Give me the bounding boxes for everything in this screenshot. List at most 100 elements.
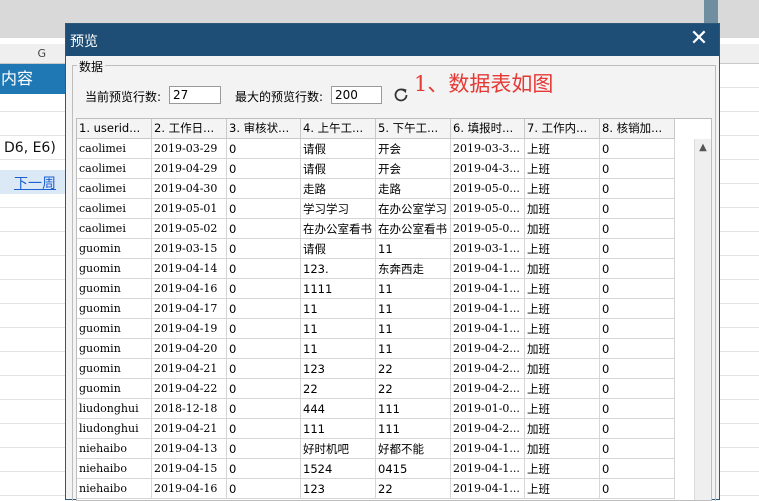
background-selected-cell[interactable]: 内容 [0,64,67,94]
table-cell: niehaibo [77,439,152,459]
table-cell: 0 [227,239,301,259]
column-header-7[interactable]: 7. 工作内... [525,119,600,138]
table-cell: 111 [301,419,376,439]
table-cell: 0 [227,259,301,279]
table-cell: 东奔西走 [376,259,451,279]
table-cell: 0 [600,359,675,379]
table-cell: 走路 [301,179,376,199]
table-cell: 0 [227,199,301,219]
table-cell: liudonghui [77,399,152,419]
table-cell: 上班 [525,399,600,419]
table-cell: 0 [600,419,675,439]
table-row[interactable]: guomin 2019-04-20 0 11 11 2019-04-2... 加班 0 [77,339,675,359]
table-cell: 0 [600,439,675,459]
column-header-2[interactable]: 2. 工作日... [152,119,227,138]
column-header-4[interactable]: 4. 上午工... [301,119,376,138]
table-row[interactable]: caolimei 2019-05-01 0 学习学习 在办公室学习 2019-05-0..… [77,199,675,219]
table-row[interactable]: caolimei 2019-05-02 0 在办公室看书 在办公室看书 2019-05-0… [77,219,675,239]
table-row[interactable]: liudonghui 2019-04-21 0 111 111 2019-04-2... 加… [77,419,675,439]
table-cell: 2019-04-1... [451,279,525,299]
table-cell: 上班 [525,279,600,299]
table-row[interactable]: niehaibo 2019-04-13 0 好时机吧 好都不能 2019-04-1... 加… [77,439,675,459]
column-header-8[interactable]: 8. 核销加... [600,119,675,138]
table-cell: 在办公室看书 [376,219,451,239]
table-cell: 2019-04-29 [152,159,227,179]
table-cell: 0 [600,319,675,339]
table-cell: 2019-04-1... [451,259,525,279]
table-cell: 1524 [301,459,376,479]
table-cell: 0 [227,419,301,439]
table-cell: 444 [301,399,376,419]
table-cell: 上班 [525,239,600,259]
table-cell: 上班 [525,139,600,159]
table-cell: 2019-04-2... [451,379,525,399]
max-rows-input[interactable] [331,86,382,104]
table-cell: niehaibo [77,459,152,479]
column-header-g[interactable]: G [0,44,66,63]
table-row[interactable]: caolimei 2019-04-29 0 请假 开会 2019-04-3... 上班 0 [77,159,675,179]
table-row[interactable]: guomin 2019-04-19 0 11 11 2019-04-1... 上班 0 [77,319,675,339]
table-cell: 上班 [525,159,600,179]
background-next-week-cell[interactable]: 下一周 [0,170,66,194]
table-cell: 2019-05-0... [451,219,525,239]
table-row[interactable]: guomin 2019-04-21 0 123 22 2019-04-2... 加班 0 [77,359,675,379]
table-cell: 2019-04-2... [451,359,525,379]
table-cell: 在办公室看书 [301,219,376,239]
table-row[interactable]: liudonghui 2018-12-18 0 444 111 2019-01-0... 上… [77,399,675,419]
table-cell: 0 [600,479,675,499]
close-icon[interactable]: ✕ [687,28,711,52]
table-row[interactable]: niehaibo 2019-04-16 0 123 22 2019-04-1... 上班 0 [77,479,675,499]
table-row[interactable]: niehaibo 2019-04-15 0 1524 0415 2019-04-1... 上… [77,459,675,479]
table-cell: 0 [227,379,301,399]
table-row[interactable]: guomin 2019-04-16 0 1111 11 2019-04-1... 上班 0 [77,279,675,299]
vertical-scrollbar[interactable]: ▲ [694,139,711,500]
table-cell: 123 [301,479,376,499]
table-cell: guomin [77,299,152,319]
table-cell: 2019-05-0... [451,179,525,199]
table-cell: 好都不能 [376,439,451,459]
table-cell: 11 [301,339,376,359]
table-cell: 请假 [301,239,376,259]
table-cell: 好时机吧 [301,439,376,459]
table-cell: 11 [376,299,451,319]
column-header-3[interactable]: 3. 审核状... [227,119,301,138]
table-cell: 123. [301,259,376,279]
table-cell: 上班 [525,379,600,399]
table-cell: 上班 [525,319,600,339]
next-week-link[interactable]: 下一周 [14,173,56,193]
table-cell: caolimei [77,179,152,199]
table-cell: 上班 [525,479,600,499]
table-cell: 2019-04-13 [152,439,227,459]
table-cell: 加班 [525,339,600,359]
column-header-5[interactable]: 5. 下午工... [376,119,451,138]
table-cell: 2019-04-16 [152,279,227,299]
grid-header-row: 1. userid... 2. 工作日... 3. 审核状... 4. 上午工... 5… [77,119,675,139]
current-rows-input[interactable] [169,86,221,104]
table-row[interactable]: guomin 2019-04-14 0 123. 东奔西走 2019-04-1... 加班 0 [77,259,675,279]
dialog-title: 预览 [70,34,98,50]
scroll-up-icon[interactable]: ▲ [695,139,711,156]
table-cell: 0 [600,259,675,279]
column-header-1[interactable]: 1. userid... [77,119,152,138]
dialog-titlebar[interactable]: 预览 ✕ [66,24,719,56]
refresh-icon[interactable] [392,86,410,104]
table-cell: guomin [77,259,152,279]
table-row[interactable]: guomin 2019-03-15 0 请假 11 2019-03-1... 上班 0 [77,239,675,259]
column-header-6[interactable]: 6. 填报时... [451,119,525,138]
table-cell: 0 [227,139,301,159]
data-preview-grid[interactable]: 1. userid... 2. 工作日... 3. 审核状... 4. 上午工... 5… [76,118,712,501]
table-row[interactable]: caolimei 2019-03-29 0 请假 开会 2019-03-3... 上班 0 [77,139,675,159]
table-cell: guomin [77,319,152,339]
table-cell: liudonghui [77,419,152,439]
table-cell: 加班 [525,219,600,239]
table-row[interactable]: caolimei 2019-04-30 0 走路 走路 2019-05-0... 上班 0 [77,179,675,199]
table-row[interactable]: guomin 2019-04-22 0 22 22 2019-04-2... 上班 0 [77,379,675,399]
table-cell: 2019-03-3... [451,139,525,159]
table-row[interactable]: guomin 2019-04-17 0 11 11 2019-04-1... 上班 0 [77,299,675,319]
table-cell: 2019-05-0... [451,199,525,219]
table-cell: 请假 [301,159,376,179]
table-cell: 0 [227,219,301,239]
table-cell: 0 [227,439,301,459]
table-cell: 2019-04-19 [152,319,227,339]
table-cell: guomin [77,359,152,379]
